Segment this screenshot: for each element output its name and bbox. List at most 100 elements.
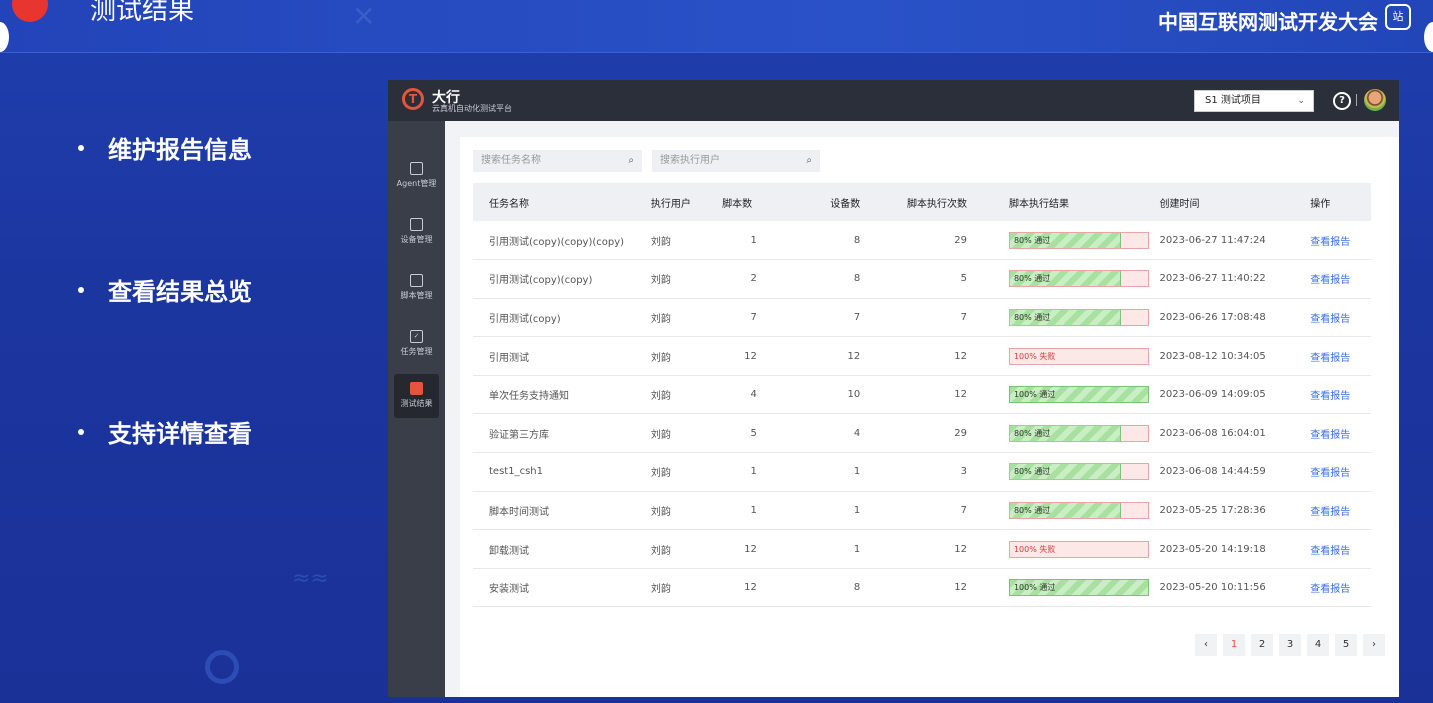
sidebar-item-tasks[interactable]: ✓ 任务管理: [394, 322, 439, 366]
report-icon: [410, 382, 423, 395]
task-name: 安装测试: [489, 584, 529, 596]
run-count: 7: [960, 504, 967, 516]
results-table: 任务名称 执行用户 脚本数 设备数 脚本执行次数 脚本执行结果 创建时间 操作 …: [473, 183, 1371, 607]
sidebar-item-devices[interactable]: 设备管理: [394, 210, 439, 254]
view-report-link[interactable]: 查看报告: [1310, 353, 1350, 364]
project-select[interactable]: S1 测试项目 ⌄: [1194, 90, 1314, 112]
search-user-input[interactable]: 搜索执行用户 ⌕: [652, 150, 820, 172]
app-topbar: T 大行 云真机自动化测试平台 S1 测试项目 ⌄ ?: [388, 80, 1399, 121]
pagination-page[interactable]: 3: [1279, 634, 1301, 656]
brand-subtitle: 云真机自动化测试平台: [432, 104, 512, 113]
sidebar-item-agent[interactable]: Agent管理: [394, 154, 439, 198]
view-report-link[interactable]: 查看报告: [1310, 391, 1350, 402]
pagination-next[interactable]: ›: [1363, 634, 1385, 656]
table-header-row: 任务名称 执行用户 脚本数 设备数 脚本执行次数 脚本执行结果 创建时间 操作: [473, 183, 1371, 221]
slide-title: 测试结果: [90, 0, 195, 26]
column-header: 创建时间: [1159, 198, 1200, 210]
device-count: 1: [853, 504, 861, 516]
created-time: 2023-06-08 16:04:01: [1159, 427, 1266, 439]
divider: [1356, 94, 1357, 106]
view-report-link[interactable]: 查看报告: [1310, 275, 1350, 286]
result-bar: 100% 失败: [1008, 347, 1149, 365]
view-report-link[interactable]: 查看报告: [1310, 507, 1350, 518]
task-name: 引用测试(copy): [489, 313, 561, 325]
result-label: 80% 通过: [1013, 274, 1051, 284]
script-count: 2: [750, 273, 757, 285]
task-name: 引用测试(copy)(copy): [489, 275, 593, 287]
search-task-input[interactable]: 搜索任务名称 ⌕: [473, 150, 642, 172]
sidebar-item-results[interactable]: 测试结果: [394, 374, 439, 418]
device-count: 8: [853, 234, 861, 246]
device-count: 1: [853, 466, 861, 478]
pagination-page[interactable]: 1: [1223, 634, 1245, 656]
pagination-page[interactable]: 2: [1251, 634, 1273, 656]
device-count: 4: [853, 427, 861, 439]
view-report-link[interactable]: 查看报告: [1310, 468, 1350, 479]
script-count: 12: [744, 543, 757, 555]
exec-user: 刘韵: [650, 584, 671, 596]
device-icon: [410, 218, 423, 231]
view-report-link[interactable]: 查看报告: [1310, 237, 1350, 248]
app-window: T 大行 云真机自动化测试平台 S1 测试项目 ⌄ ? Agent管理 设备管理…: [388, 80, 1399, 697]
created-time: 2023-05-20 14:19:18: [1159, 543, 1266, 555]
result-label: 100% 失败: [1013, 351, 1056, 361]
exec-user: 刘韵: [650, 352, 671, 364]
column-header: 操作: [1310, 198, 1331, 210]
run-count: 29: [954, 427, 967, 439]
table-row: 引用测试(copy)(copy)(copy) 刘韵 1 8 29 80% 通过 2023-0…: [473, 221, 1371, 260]
run-count: 3: [960, 466, 967, 478]
result-bar: 100% 通过: [1008, 579, 1149, 597]
task-name: 单次任务支持通知: [489, 391, 569, 403]
table-row: 单次任务支持通知 刘韵 4 10 12 100% 通过 2023-06-09 14:09:0…: [473, 375, 1371, 414]
device-count: 12: [847, 350, 861, 362]
script-count: 12: [744, 582, 757, 594]
view-report-link[interactable]: 查看报告: [1310, 546, 1350, 557]
pagination-page[interactable]: 4: [1307, 634, 1329, 656]
view-report-link[interactable]: 查看报告: [1310, 430, 1350, 441]
result-label: 80% 通过: [1013, 467, 1051, 477]
run-count: 12: [954, 389, 967, 401]
result-label: 80% 通过: [1013, 428, 1051, 438]
sidebar-item-scripts[interactable]: 脚本管理: [394, 266, 439, 310]
table-row: 引用测试(copy) 刘韵 7 7 7 80% 通过 2023-06-26 17:08:48…: [473, 298, 1371, 337]
view-report-link[interactable]: 查看报告: [1310, 584, 1350, 595]
help-icon[interactable]: ?: [1333, 92, 1351, 110]
result-bar: 80% 通过: [1008, 308, 1149, 326]
created-time: 2023-05-25 17:28:36: [1159, 504, 1266, 516]
pagination-prev[interactable]: ‹: [1195, 634, 1217, 656]
script-count: 1: [750, 504, 757, 516]
device-count: 7: [853, 311, 861, 323]
task-name: test1_csh1: [489, 466, 543, 478]
created-time: 2023-05-20 10:11:56: [1159, 582, 1266, 594]
run-count: 12: [954, 543, 967, 555]
run-count: 5: [960, 273, 967, 285]
search-icon: ⌕: [806, 155, 812, 166]
task-icon: ✓: [410, 330, 423, 343]
exec-user: 刘韵: [650, 391, 671, 403]
script-icon: [410, 274, 423, 287]
device-count: 8: [853, 582, 861, 594]
result-bar: 100% 失败: [1008, 540, 1149, 558]
conference-badge: 站: [1385, 4, 1411, 30]
view-report-link[interactable]: 查看报告: [1310, 314, 1350, 325]
table-row: 脚本时间测试 刘韵 1 1 7 80% 通过 2023-05-25 17:28:36 查看报告: [473, 491, 1371, 530]
table-row: test1_csh1 刘韵 1 1 3 80% 通过 2023-06-08 14:44:59…: [473, 453, 1371, 492]
exec-user: 刘韵: [650, 506, 671, 518]
device-count: 8: [853, 273, 861, 285]
table-row: 卸载测试 刘韵 12 1 12 100% 失败 2023-05-20 14:19:18 查看报…: [473, 530, 1371, 569]
script-count: 4: [750, 389, 757, 401]
created-time: 2023-06-26 17:08:48: [1159, 311, 1266, 323]
exec-user: 刘韵: [650, 468, 671, 480]
result-bar: 80% 通过: [1008, 501, 1149, 519]
pagination-page[interactable]: 5: [1335, 634, 1357, 656]
created-time: 2023-06-09 14:09:05: [1159, 389, 1266, 401]
result-label: 80% 通过: [1013, 312, 1051, 322]
created-time: 2023-08-12 10:34:05: [1159, 350, 1266, 362]
agent-icon: [410, 162, 423, 175]
column-header: 任务名称: [489, 198, 529, 210]
result-label: 80% 通过: [1013, 505, 1051, 515]
user-avatar[interactable]: [1364, 89, 1386, 111]
bullet-item: 维护报告信息: [78, 130, 252, 165]
ring-icon: [205, 650, 239, 684]
task-name: 脚本时间测试: [489, 506, 549, 518]
